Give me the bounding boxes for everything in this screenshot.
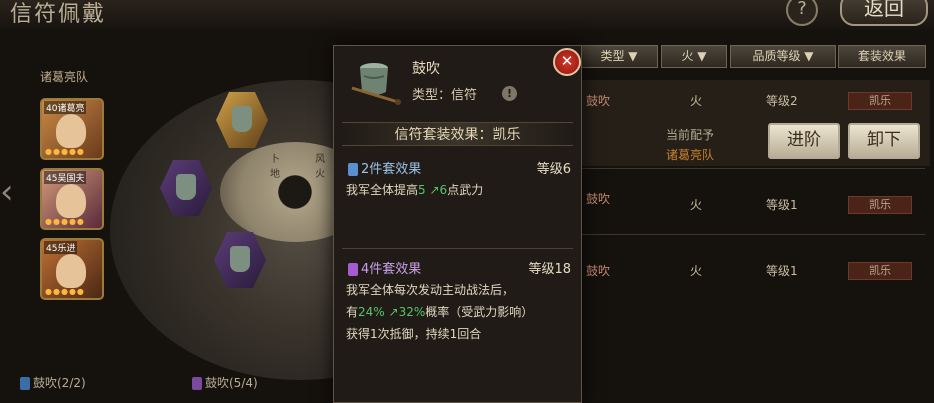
divider — [342, 248, 573, 249]
effect-text: 有 — [346, 305, 359, 319]
token-icon — [348, 163, 358, 176]
advance-button[interactable]: 进阶 — [768, 123, 840, 159]
row-name: 鼓吹 — [586, 192, 611, 206]
item-type: 类型：信符 — [412, 88, 478, 103]
filter-quality-tab[interactable]: 品质等级 ▼ — [730, 45, 836, 68]
effect-text: 我军全体每次发动主动战法后， — [346, 283, 515, 297]
effect-title: 4件套效果 — [361, 262, 422, 277]
effect-text: 我军全体提高 — [346, 183, 419, 197]
filter-set-tab[interactable]: 套装效果 — [838, 45, 926, 68]
team-label: 诸葛亮队 — [40, 70, 89, 84]
row-attr: 火 — [690, 198, 703, 212]
effect-desc: 我军全体每次发动主动战法后， 有24% ↗32%概率（受武力影响） 获得1次抵御… — [346, 279, 574, 345]
page-title: 信符佩戴 — [10, 2, 107, 27]
info-icon[interactable]: ! — [502, 86, 517, 101]
token-icon — [20, 377, 30, 390]
unequip-button[interactable]: 卸下 — [848, 123, 920, 159]
row-name: 鼓吹 — [586, 94, 611, 108]
filter-element-tab[interactable]: 火 ▼ — [661, 45, 727, 68]
token-detail-popup: 鼓吹 类型：信符 ! ✕ 信符套装效果：凯乐 2件套效果 等级6 我军全体提高5… — [333, 45, 582, 403]
set-tag: 凯乐 — [848, 262, 912, 280]
effect-level: 等级18 — [528, 262, 571, 277]
hero-portrait[interactable]: 45吴国夫 ●●●●● — [40, 168, 104, 230]
hero-label: 45乐进 — [44, 241, 78, 254]
hero-portrait[interactable]: 40诸葛亮 ●●●●● — [40, 98, 104, 160]
row-attr: 火 — [690, 94, 703, 108]
effect-value-to: 32% — [398, 305, 426, 319]
effect-4pc: 4件套效果 — [348, 258, 421, 277]
divider — [580, 234, 925, 235]
drum-icon — [230, 246, 250, 272]
arrow-icon: ↗ — [429, 183, 440, 197]
token-icon — [348, 263, 358, 276]
row-attr: 火 — [690, 264, 703, 278]
hero-label: 45吴国夫 — [44, 171, 87, 184]
row-level: 等级2 — [766, 94, 798, 108]
left-arrow-icon[interactable]: ‹ — [0, 170, 22, 214]
equip-team: 诸葛亮队 — [666, 148, 715, 162]
hero-face — [56, 184, 86, 218]
set-count-blue[interactable]: 鼓吹(2/2) — [20, 374, 86, 391]
hero-face — [56, 114, 86, 148]
set-effect-title: 信符套装效果：凯乐 — [394, 127, 521, 143]
effect-2pc: 2件套效果 — [348, 158, 421, 177]
drum-icon — [351, 63, 401, 105]
hero-face — [56, 254, 86, 288]
effect-line: 有24% ↗32%概率（受武力影响） — [346, 301, 574, 323]
effect-text: 概率（受武力影响） — [425, 305, 534, 319]
token-icon — [192, 377, 202, 390]
effect-value-from: 24% — [358, 305, 385, 319]
effect-title: 2件套效果 — [361, 162, 422, 177]
set-tag: 凯乐 — [848, 196, 912, 214]
hero-label: 40诸葛亮 — [44, 101, 87, 114]
row-name: 鼓吹 — [586, 264, 611, 278]
set-count-label: 鼓吹(5/4) — [205, 376, 258, 390]
star-icon: ●●●●● — [45, 217, 85, 226]
set-count-label: 鼓吹(2/2) — [33, 376, 86, 390]
drum-icon — [232, 106, 252, 132]
drum-icon — [176, 174, 196, 200]
effect-text: 获得1次抵御，持续1回合 — [346, 327, 482, 341]
effect-desc: 我军全体提高5 ↗6点武力 — [346, 179, 574, 201]
arrow-icon: ↗ — [388, 305, 399, 319]
row-level: 等级1 — [766, 198, 798, 212]
effect-text: 点武力 — [447, 183, 484, 197]
back-button[interactable]: 返回 — [840, 0, 928, 26]
hero-portrait[interactable]: 45乐进 ●●●●● — [40, 238, 104, 300]
filter-type-tab[interactable]: 类型 ▼ — [580, 45, 658, 68]
set-count-purple[interactable]: 鼓吹(5/4) — [192, 374, 258, 391]
item-name: 鼓吹 — [412, 61, 440, 77]
effect-level: 等级6 — [536, 162, 571, 177]
star-icon: ●●●●● — [45, 147, 85, 156]
equip-status: 当前配予 — [666, 128, 715, 142]
divider — [580, 168, 925, 169]
row-level: 等级1 — [766, 264, 798, 278]
effect-value-from: 5 — [418, 183, 426, 197]
set-tag: 凯乐 — [848, 92, 912, 110]
close-button[interactable]: ✕ — [553, 48, 581, 76]
star-icon: ●●●●● — [45, 287, 85, 296]
